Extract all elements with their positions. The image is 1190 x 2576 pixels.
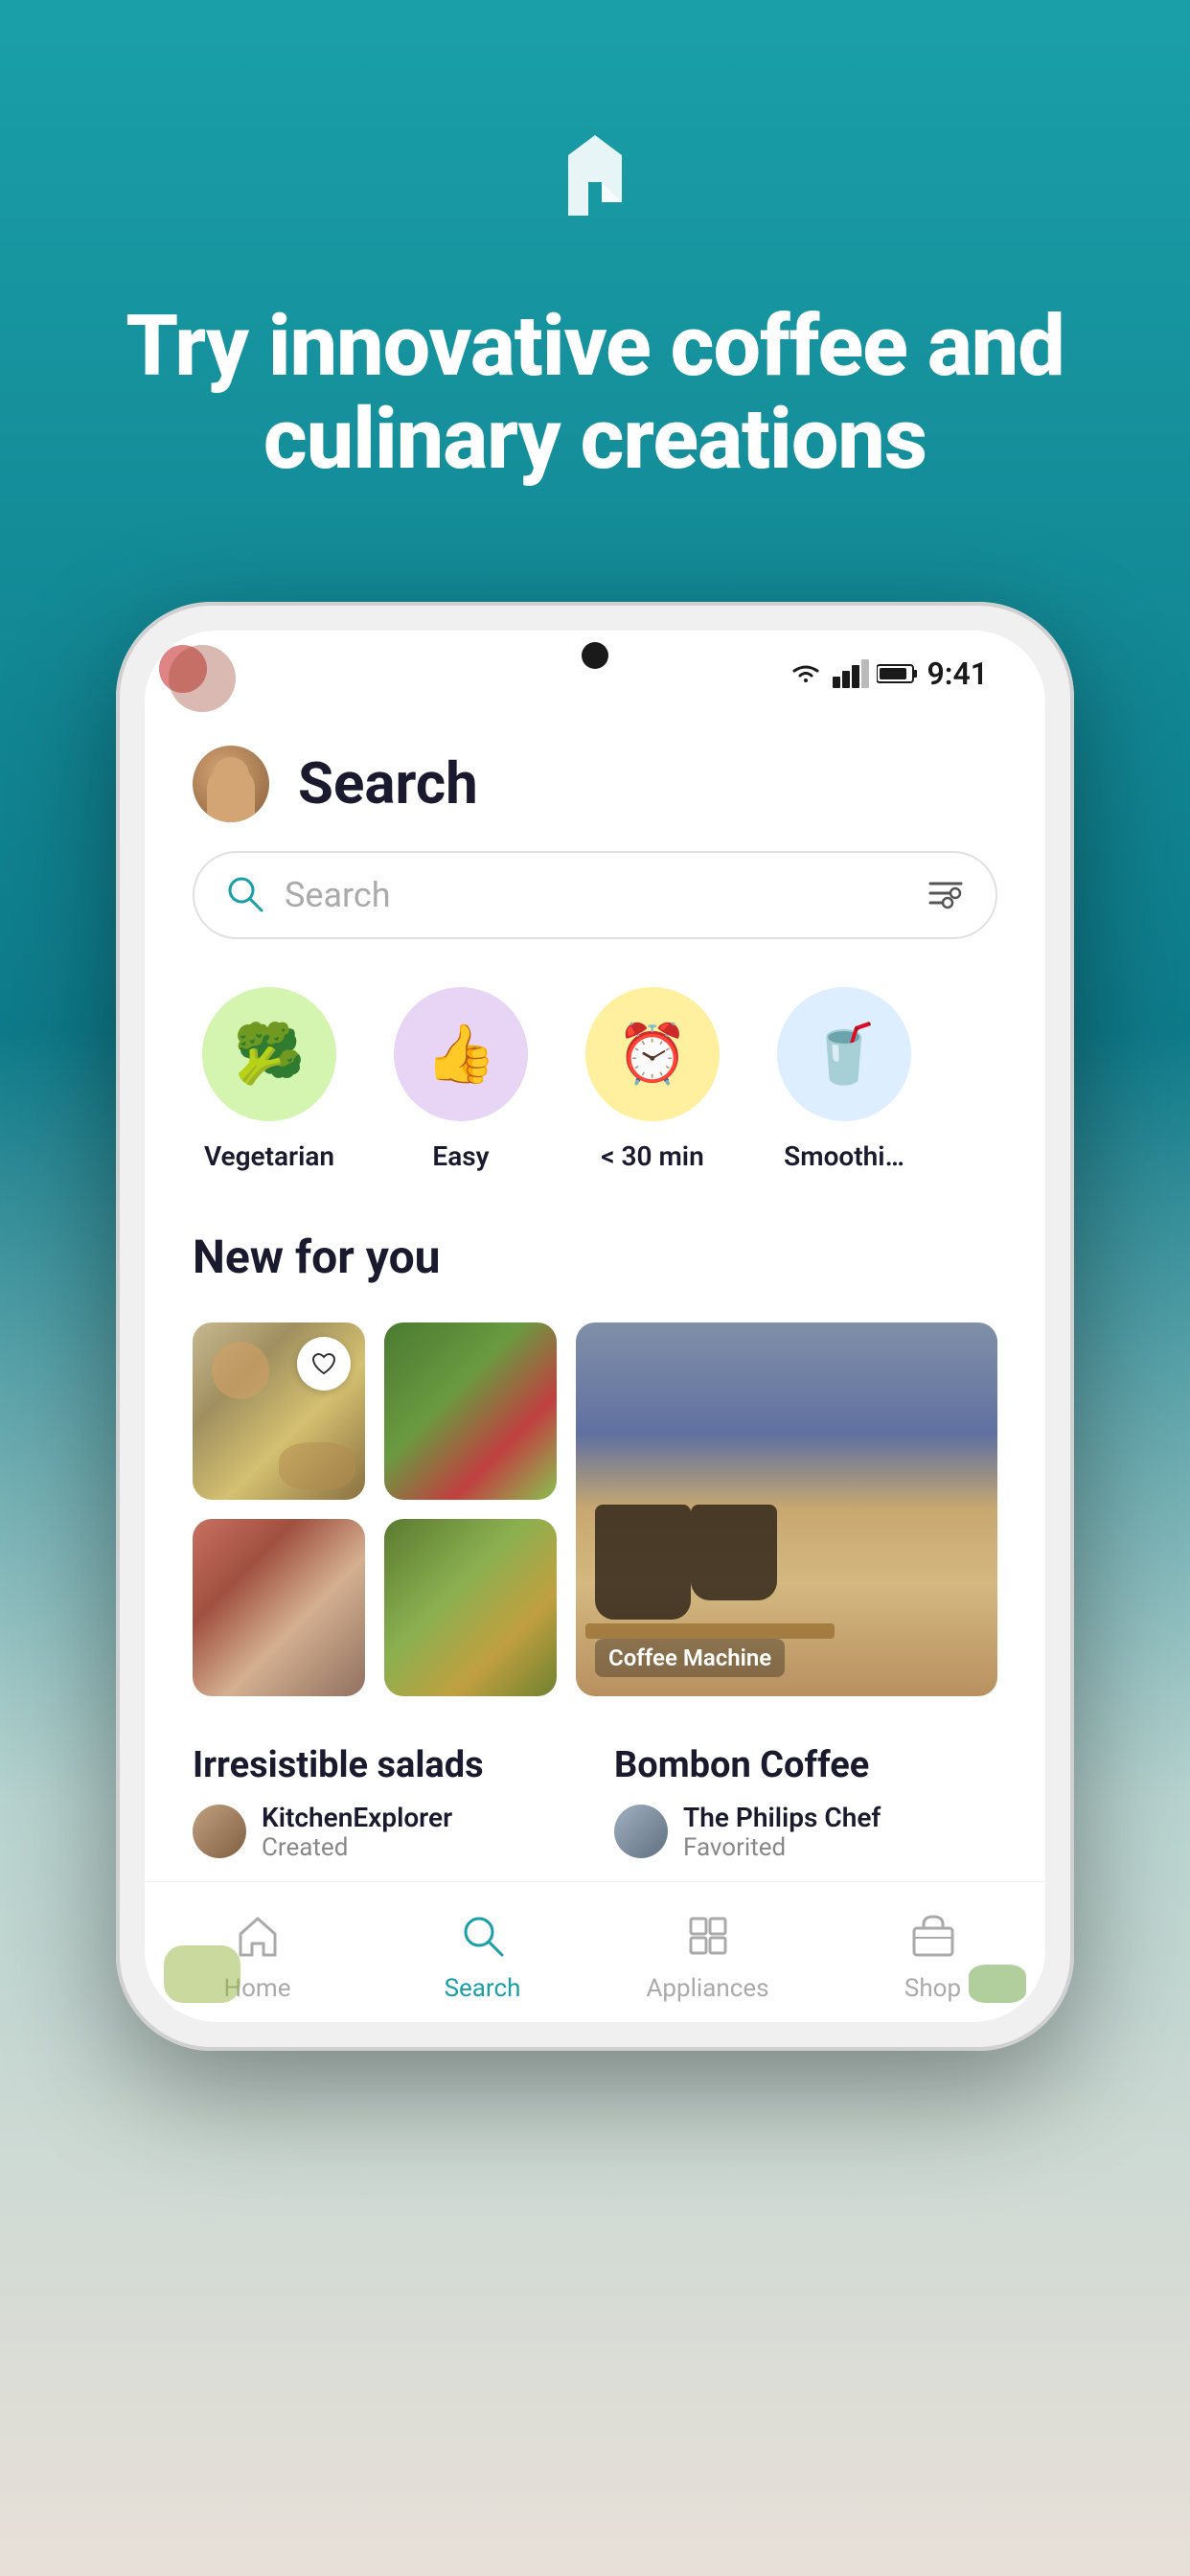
nav-item-search[interactable]: Search <box>397 1911 569 2003</box>
salads-card-info: Irresistible salads KitchenExplorer Crea… <box>193 1725 576 1881</box>
coffee-image: Coffee Machine <box>576 1322 997 1696</box>
search-input[interactable]: Search <box>285 875 905 915</box>
hero-section: Try innovative coffee and culinary creat… <box>0 0 1190 544</box>
nav-item-appliances[interactable]: Appliances <box>622 1911 794 2003</box>
categories-row: 🥦 Vegetarian 👍 Easy ⏰ < 30 min 🥤 Smoothi… <box>193 987 997 1172</box>
page-title: Search <box>298 749 478 817</box>
category-icon-smoothie: 🥤 <box>777 987 911 1121</box>
salad-top-row <box>193 1322 557 1500</box>
appliances-icon <box>683 1911 733 1965</box>
coffee-card-title: Bombon Coffee <box>614 1744 997 1786</box>
category-label-easy: Easy <box>432 1140 489 1172</box>
phone-mockup: 9:41 Search <box>116 602 1074 2051</box>
favorite-button[interactable] <box>297 1337 351 1391</box>
category-vegetarian[interactable]: 🥦 Vegetarian <box>193 987 346 1172</box>
kitchen-explorer-avatar <box>193 1805 246 1858</box>
hero-title: Try innovative coffee and culinary creat… <box>0 301 1190 487</box>
home-icon <box>233 1911 283 1965</box>
search-nav-icon <box>458 1911 508 1965</box>
kitchen-explorer-action: Created <box>262 1833 452 1862</box>
status-time: 9:41 <box>927 656 988 692</box>
salads-card-title: Irresistible salads <box>193 1744 576 1786</box>
avatar <box>193 746 269 822</box>
search-bar[interactable]: Search <box>193 851 997 939</box>
salad-image-3[interactable] <box>193 1519 365 1696</box>
app-header: Search <box>193 726 997 851</box>
category-smoothie[interactable]: 🥤 Smoothi… <box>767 987 921 1172</box>
nav-label-appliances: Appliances <box>646 1974 768 2003</box>
nav-label-search: Search <box>445 1974 521 2003</box>
category-label-quick: < 30 min <box>601 1140 703 1172</box>
category-label-smoothie: Smoothi… <box>784 1140 904 1172</box>
category-icon-easy: 👍 <box>394 987 528 1121</box>
salad-image-2[interactable] <box>384 1322 557 1500</box>
app-content: Search Search <box>145 698 1045 1881</box>
category-icon-vegetarian: 🥦 <box>202 987 336 1121</box>
coffee-card-info: Bombon Coffee The Philips Chef Favorited <box>614 1725 997 1881</box>
camera-dot <box>582 642 608 669</box>
cards-row: Coffee Machine <box>193 1322 997 1696</box>
card-col-left <box>193 1322 557 1696</box>
signal-icon <box>833 659 869 688</box>
phone-screen: 9:41 Search <box>145 631 1045 2022</box>
salads-card-author: KitchenExplorer Created <box>193 1802 576 1862</box>
status-bar: 9:41 <box>145 631 1045 698</box>
kitchen-explorer-name: KitchenExplorer <box>262 1802 452 1833</box>
category-quick[interactable]: ⏰ < 30 min <box>576 987 729 1172</box>
shop-icon <box>908 1911 958 1965</box>
card-col-right: Coffee Machine <box>576 1322 997 1696</box>
cards-info-row: Irresistible salads KitchenExplorer Crea… <box>193 1725 997 1881</box>
coffee-card[interactable]: Coffee Machine <box>576 1322 997 1696</box>
philips-chef-action: Favorited <box>683 1833 881 1862</box>
filter-icon[interactable] <box>925 872 967 918</box>
category-easy[interactable]: 👍 Easy <box>384 987 538 1172</box>
salad-image-4[interactable] <box>384 1519 557 1696</box>
search-icon <box>223 872 265 918</box>
category-label-vegetarian: Vegetarian <box>204 1140 334 1172</box>
bottom-nav: Home Search <box>145 1881 1045 2022</box>
nav-label-shop: Shop <box>904 1974 961 2003</box>
salad-card-1[interactable] <box>193 1322 365 1500</box>
battery-icon <box>877 662 919 685</box>
author-details-right: The Philips Chef Favorited <box>683 1802 881 1862</box>
philips-chef-name: The Philips Chef <box>683 1802 881 1833</box>
salad-bottom-row <box>193 1519 557 1696</box>
app-logo <box>528 115 662 301</box>
category-icon-quick: ⏰ <box>585 987 720 1121</box>
author-details-left: KitchenExplorer Created <box>262 1802 452 1862</box>
philips-chef-avatar <box>614 1805 668 1858</box>
coffee-category-label: Coffee Machine <box>595 1639 785 1677</box>
phone-frame: 9:41 Search <box>116 602 1074 2051</box>
signal-icons: 9:41 <box>787 656 988 692</box>
coffee-card-author: The Philips Chef Favorited <box>614 1802 997 1862</box>
section-title: New for you <box>193 1230 997 1284</box>
wifi-icon <box>787 659 825 688</box>
